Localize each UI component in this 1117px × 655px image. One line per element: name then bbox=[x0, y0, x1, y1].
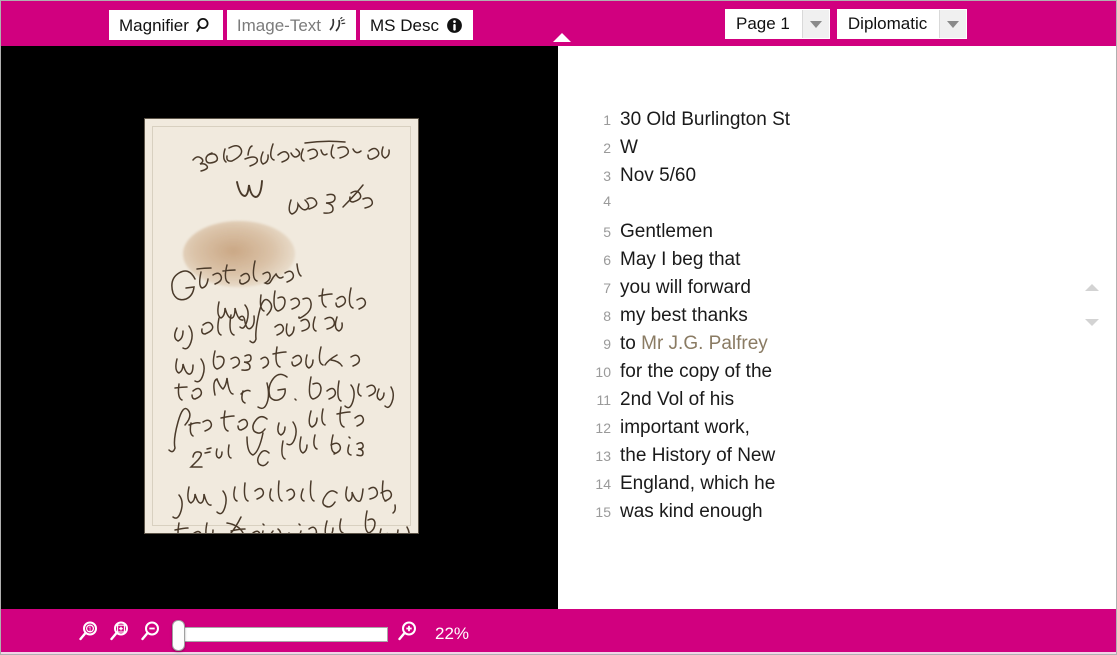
view-mode-selector[interactable]: Diplomatic bbox=[836, 9, 968, 39]
chevron-down-icon[interactable] bbox=[939, 10, 967, 38]
line-text: my best thanks bbox=[620, 305, 748, 326]
page-selector[interactable]: Page 1 bbox=[725, 9, 830, 39]
transcription-line[interactable]: 5 Gentlemen bbox=[558, 221, 1116, 249]
line-text: W bbox=[620, 137, 638, 158]
line-text: May I beg that bbox=[620, 249, 741, 270]
image-text-link-icon bbox=[328, 16, 346, 34]
line-text: to Mr J.G. Palfrey bbox=[620, 333, 768, 355]
line-text: the History of New bbox=[620, 445, 776, 466]
transcription-line[interactable]: 10 for the copy of the bbox=[558, 361, 1116, 389]
zoom-controls: 1 22% bbox=[77, 619, 470, 651]
main-content: 1 30 Old Burlington St 2 W 3 Nov 5/60 4 … bbox=[1, 46, 1116, 609]
manuscript-image[interactable] bbox=[144, 118, 419, 534]
transcription-line[interactable]: 8 my best thanks bbox=[558, 305, 1116, 333]
magnifier-plus-icon[interactable] bbox=[396, 620, 419, 648]
line-number: 5 bbox=[603, 224, 611, 240]
page-selector-value: Page 1 bbox=[736, 14, 790, 33]
view-mode-selector-value: Diplomatic bbox=[847, 14, 928, 33]
transcription-line[interactable]: 4 bbox=[558, 193, 1116, 221]
line-number: 8 bbox=[603, 308, 611, 324]
line-text: 30 Old Burlington St bbox=[620, 109, 791, 130]
zoom-slider[interactable] bbox=[172, 619, 388, 651]
magnifier-button-label: Magnifier bbox=[119, 15, 189, 35]
zoom-percent-label: 22% bbox=[435, 624, 470, 643]
transcription-line[interactable]: 1 30 Old Burlington St bbox=[558, 109, 1116, 137]
info-icon bbox=[446, 17, 463, 34]
manuscript-viewer-app: Magnifier Image-Text MS Desc Page 1 Dipl… bbox=[0, 0, 1117, 655]
line-text: important work, bbox=[620, 417, 750, 438]
image-text-button-label: Image-Text bbox=[236, 15, 322, 35]
magnifier-fit-icon[interactable] bbox=[108, 620, 131, 648]
transcription-line[interactable]: 14 England, which he bbox=[558, 473, 1116, 501]
line-number: 12 bbox=[595, 420, 611, 436]
svg-text:1: 1 bbox=[88, 627, 92, 634]
zoom-slider-knob[interactable] bbox=[172, 619, 185, 651]
transcription-line[interactable]: 2 W bbox=[558, 137, 1116, 165]
transcription-line[interactable]: 7 you will forward bbox=[558, 277, 1116, 305]
line-number: 3 bbox=[603, 168, 611, 184]
image-viewer-pane[interactable] bbox=[1, 46, 558, 609]
line-number: 1 bbox=[603, 112, 611, 128]
transcription-pane[interactable]: 1 30 Old Burlington St 2 W 3 Nov 5/60 4 … bbox=[558, 46, 1116, 609]
transcription-line[interactable]: 9 to Mr J.G. Palfrey bbox=[558, 333, 1116, 361]
chevron-down-icon[interactable] bbox=[1085, 319, 1099, 326]
line-number: 14 bbox=[595, 476, 611, 492]
transcription-scroll-arrows bbox=[1080, 284, 1104, 326]
person-name-link[interactable]: Mr J.G. Palfrey bbox=[641, 333, 768, 354]
top-toolbar-left-group: Magnifier Image-Text MS Desc bbox=[109, 10, 473, 40]
line-number: 6 bbox=[603, 252, 611, 268]
line-text: was kind enough bbox=[620, 501, 763, 522]
panel-splitter-handle[interactable] bbox=[553, 33, 571, 42]
line-number: 11 bbox=[596, 392, 611, 408]
line-text: you will forward bbox=[620, 277, 751, 298]
ms-desc-button-label: MS Desc bbox=[370, 15, 439, 35]
manuscript-handwriting bbox=[168, 140, 410, 533]
top-toolbar: Magnifier Image-Text MS Desc Page 1 Dipl… bbox=[1, 1, 1116, 46]
line-text: for the copy of the bbox=[620, 361, 773, 382]
bottom-toolbar: 1 22% bbox=[1, 609, 1116, 654]
transcription-line[interactable]: 12 important work, bbox=[558, 417, 1116, 445]
line-number: 15 bbox=[595, 504, 611, 520]
line-text: England, which he bbox=[620, 473, 776, 494]
line-number: 4 bbox=[603, 193, 611, 209]
chevron-down-icon[interactable] bbox=[801, 10, 829, 38]
magnifier-minus-icon[interactable] bbox=[139, 620, 162, 648]
line-text-plain: to bbox=[620, 333, 642, 354]
chevron-up-icon[interactable] bbox=[1085, 284, 1099, 291]
line-number: 13 bbox=[595, 448, 611, 464]
magnifier-icon bbox=[195, 17, 213, 34]
transcription-line[interactable]: 3 Nov 5/60 bbox=[558, 165, 1116, 193]
transcription-line[interactable]: 6 May I beg that bbox=[558, 249, 1116, 277]
magnifier-button[interactable]: Magnifier bbox=[109, 10, 223, 40]
line-text: Nov 5/60 bbox=[620, 165, 697, 186]
zoom-slider-track[interactable] bbox=[172, 626, 388, 642]
line-text: 2nd Vol of his bbox=[620, 389, 735, 410]
top-toolbar-right-group: Page 1 Diplomatic bbox=[725, 9, 968, 39]
line-number: 2 bbox=[603, 140, 611, 156]
image-text-button[interactable]: Image-Text bbox=[226, 10, 357, 40]
line-text: Gentlemen bbox=[620, 221, 713, 242]
magnifier-one-to-one-icon[interactable]: 1 bbox=[77, 620, 100, 648]
transcription-line[interactable]: 13 the History of New bbox=[558, 445, 1116, 473]
transcription-lines: 1 30 Old Burlington St 2 W 3 Nov 5/60 4 … bbox=[558, 109, 1116, 529]
transcription-line[interactable]: 15 was kind enough bbox=[558, 501, 1116, 529]
line-number: 10 bbox=[595, 364, 611, 380]
transcription-line[interactable]: 11 2nd Vol of his bbox=[558, 389, 1116, 417]
line-number: 7 bbox=[603, 280, 611, 296]
line-number: 9 bbox=[603, 336, 611, 352]
ms-desc-button[interactable]: MS Desc bbox=[360, 10, 473, 40]
